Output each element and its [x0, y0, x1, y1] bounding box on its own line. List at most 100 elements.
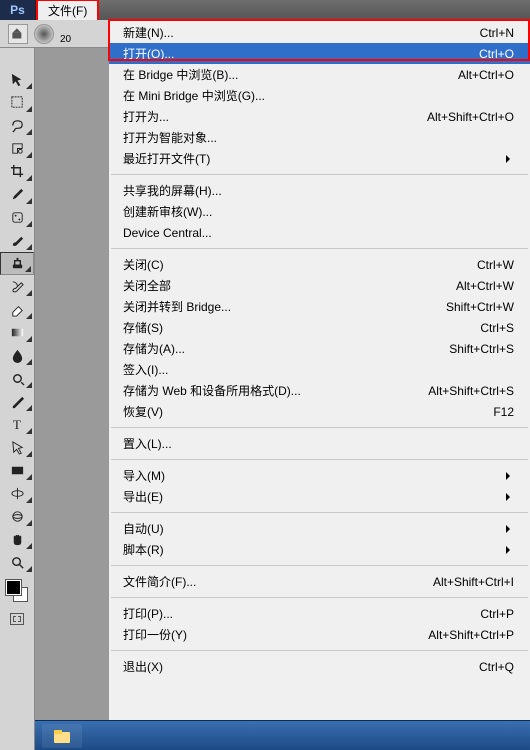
menu-item-shortcut: Shift+Ctrl+S — [449, 342, 514, 356]
svg-text:T: T — [12, 417, 20, 432]
menu-item-label: 签入(I)... — [123, 361, 168, 378]
menu-separator — [111, 427, 528, 428]
menu-file[interactable]: 文件(F) — [36, 0, 99, 20]
tool-brush[interactable] — [0, 229, 34, 252]
menu-item[interactable]: 自动(U) — [109, 518, 530, 539]
menu-item-label: 打印一份(Y) — [123, 626, 187, 643]
menu-item[interactable]: 关闭并转到 Bridge... Shift+Ctrl+W — [109, 296, 530, 317]
menu-item[interactable]: 存储为 Web 和设备所用格式(D)... Alt+Shift+Ctrl+S — [109, 380, 530, 401]
file-menu-dropdown: 新建(N)...Ctrl+N打开(O)...Ctrl+O在 Bridge 中浏览… — [108, 20, 530, 750]
tool-gradient[interactable] — [0, 321, 34, 344]
menu-separator — [111, 597, 528, 598]
tool-path-select[interactable] — [0, 436, 34, 459]
menu-item[interactable]: 打开为智能对象... — [109, 127, 530, 148]
tool-type[interactable]: T — [0, 413, 34, 436]
menu-item[interactable]: 打开为...Alt+Shift+Ctrl+O — [109, 106, 530, 127]
tool-clone-stamp[interactable] — [0, 252, 34, 275]
menu-item-label: 存储为 Web 和设备所用格式(D)... — [123, 382, 301, 399]
menu-item[interactable]: 新建(N)...Ctrl+N — [109, 22, 530, 43]
color-swatches[interactable] — [6, 580, 28, 602]
submenu-arrow-icon — [494, 469, 514, 483]
menu-item-label: 共享我的屏幕(H)... — [123, 182, 222, 199]
menu-item-shortcut: F12 — [493, 405, 514, 419]
menu-item-label: 脚本(R) — [123, 541, 164, 558]
tool-pen[interactable] — [0, 390, 34, 413]
menu-item[interactable]: 置入(L)... — [109, 433, 530, 454]
menu-item[interactable]: 打开(O)...Ctrl+O — [109, 43, 530, 64]
menu-item[interactable]: 恢复(V)F12 — [109, 401, 530, 422]
tool-zoom[interactable] — [0, 551, 34, 574]
taskbar-item-explorer[interactable] — [42, 724, 82, 748]
menu-item-label: 存储(S) — [123, 319, 163, 336]
menu-item-label: 自动(U) — [123, 520, 164, 537]
menu-item-shortcut: Shift+Ctrl+W — [446, 300, 514, 314]
menu-item[interactable]: 打印一份(Y)Alt+Shift+Ctrl+P — [109, 624, 530, 645]
menu-item-shortcut: Alt+Shift+Ctrl+I — [433, 575, 514, 589]
menu-item-label: 最近打开文件(T) — [123, 150, 210, 167]
tool-blur[interactable] — [0, 344, 34, 367]
menu-item[interactable]: 导出(E) — [109, 486, 530, 507]
menu-item[interactable]: Device Central... — [109, 222, 530, 243]
menu-item-label: 文件简介(F)... — [123, 573, 196, 590]
menu-item-label: 打开为... — [123, 108, 169, 125]
menu-item-label: 在 Mini Bridge 中浏览(G)... — [123, 87, 265, 104]
menu-item-label: 导出(E) — [123, 488, 163, 505]
menu-item[interactable]: 存储(S) Ctrl+S — [109, 317, 530, 338]
tool-quick-select[interactable] — [0, 137, 34, 160]
tool-3d-rotate[interactable] — [0, 482, 34, 505]
menu-item-shortcut: Ctrl+Q — [479, 660, 514, 674]
menu-item-shortcut: Ctrl+S — [480, 321, 514, 335]
quick-mask-toggle[interactable] — [0, 608, 34, 630]
menu-item[interactable]: 退出(X)Ctrl+Q — [109, 656, 530, 677]
menu-item-shortcut: Ctrl+W — [477, 258, 514, 272]
brush-preview[interactable] — [34, 24, 54, 44]
submenu-arrow-icon — [494, 522, 514, 536]
menu-item-label: 关闭并转到 Bridge... — [123, 298, 231, 315]
menu-item-label: 存储为(A)... — [123, 340, 185, 357]
menu-separator — [111, 248, 528, 249]
tool-lasso[interactable] — [0, 114, 34, 137]
menu-separator — [111, 174, 528, 175]
menu-item-shortcut: Ctrl+N — [480, 26, 514, 40]
menu-separator — [111, 459, 528, 460]
menu-item[interactable]: 最近打开文件(T) — [109, 148, 530, 169]
menu-item[interactable]: 创建新审核(W)... — [109, 201, 530, 222]
menu-item-label: 打印(P)... — [123, 605, 173, 622]
tool-dodge[interactable] — [0, 367, 34, 390]
tool-hand[interactable] — [0, 528, 34, 551]
menu-item-shortcut: Alt+Ctrl+W — [456, 279, 514, 293]
menu-item[interactable]: 打印(P)...Ctrl+P — [109, 603, 530, 624]
menu-item[interactable]: 在 Mini Bridge 中浏览(G)... — [109, 85, 530, 106]
menu-item[interactable]: 关闭(C) Ctrl+W — [109, 254, 530, 275]
windows-taskbar — [0, 720, 530, 750]
menu-item[interactable]: 关闭全部Alt+Ctrl+W — [109, 275, 530, 296]
menu-item-shortcut: Alt+Ctrl+O — [458, 68, 514, 82]
menu-item-label: 在 Bridge 中浏览(B)... — [123, 66, 238, 83]
tool-healing-brush[interactable] — [0, 206, 34, 229]
submenu-arrow-icon — [494, 543, 514, 557]
menu-item[interactable]: 共享我的屏幕(H)... — [109, 180, 530, 201]
tool-crop[interactable] — [0, 160, 34, 183]
tool-history-brush[interactable] — [0, 275, 34, 298]
submenu-arrow-icon — [494, 490, 514, 504]
tool-preset-picker[interactable] — [8, 24, 28, 44]
menu-item-shortcut: Alt+Shift+Ctrl+S — [428, 384, 514, 398]
menu-item[interactable]: 脚本(R) — [109, 539, 530, 560]
tool-3d-orbit[interactable] — [0, 505, 34, 528]
menubar: Ps 文件(F) — [0, 0, 530, 20]
menu-item[interactable]: 文件简介(F)... Alt+Shift+Ctrl+I — [109, 571, 530, 592]
menu-item-label: 打开(O)... — [123, 45, 174, 62]
menu-item-label: 关闭(C) — [123, 256, 164, 273]
tool-move[interactable] — [0, 68, 34, 91]
options-bar: 20 — [0, 20, 108, 48]
tool-marquee[interactable] — [0, 91, 34, 114]
tool-rectangle[interactable] — [0, 459, 34, 482]
menu-item[interactable]: 导入(M) — [109, 465, 530, 486]
menu-item[interactable]: 存储为(A)... Shift+Ctrl+S — [109, 338, 530, 359]
submenu-arrow-icon — [494, 152, 514, 166]
menu-item[interactable]: 在 Bridge 中浏览(B)... Alt+Ctrl+O — [109, 64, 530, 85]
tool-eyedropper[interactable] — [0, 183, 34, 206]
brush-size-value: 20 — [60, 34, 71, 45]
menu-item[interactable]: 签入(I)... — [109, 359, 530, 380]
tool-eraser[interactable] — [0, 298, 34, 321]
